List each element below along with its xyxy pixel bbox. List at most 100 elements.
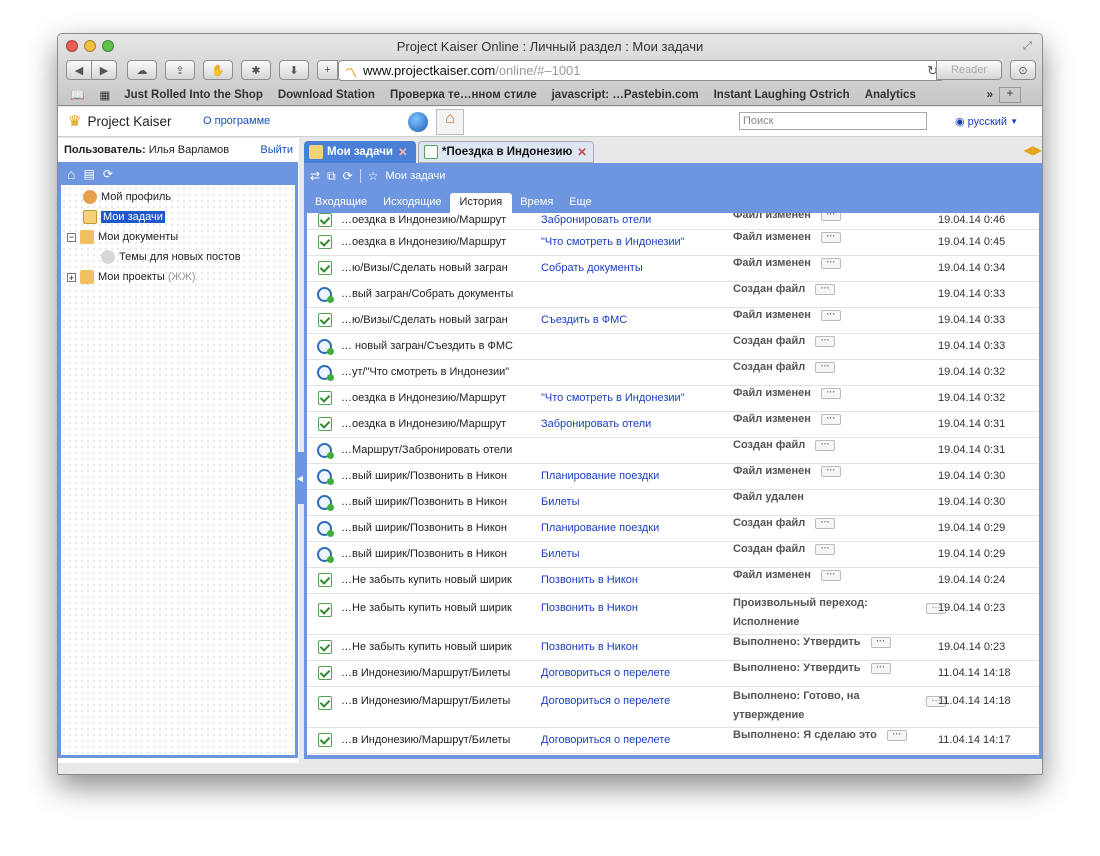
history-row[interactable]: …в Индонезию/Маршрут/Билеты Договориться …: [307, 661, 1039, 687]
app-logo[interactable]: ♛ Project Kaiser: [68, 112, 172, 130]
subtab-time[interactable]: Время: [512, 193, 561, 213]
language-selector[interactable]: ◉ русский ▼: [955, 115, 1018, 129]
home-icon[interactable]: ⌂: [67, 166, 75, 182]
globe-icon[interactable]: [408, 112, 428, 132]
share-button[interactable]: ⇪: [165, 60, 195, 80]
forward-button[interactable]: ▶: [91, 60, 117, 80]
bookmark-item[interactable]: javascript: …Pastebin.com: [552, 89, 699, 101]
collapse-toggle-icon[interactable]: −: [67, 232, 76, 242]
history-row[interactable]: …ю/Визы/Сделать новый загран Съездить в Ф…: [307, 308, 1039, 334]
expand-toggle-icon[interactable]: +: [67, 272, 76, 282]
history-row[interactable]: …вый ширик/Позвонить в Никон Планирование…: [307, 516, 1039, 542]
more-details-button[interactable]: ···: [870, 662, 891, 674]
history-row[interactable]: …вый ширик/Позвонить в Никон Билеты Файл у…: [307, 490, 1039, 516]
add-bookmark-button[interactable]: +: [999, 87, 1021, 103]
history-row[interactable]: …в Индонезию/Маршрут/Билеты Договориться …: [307, 728, 1039, 754]
reader-button[interactable]: Reader: [936, 60, 1002, 80]
search-input[interactable]: Поиск: [739, 112, 927, 130]
history-task-link[interactable]: Планирование поездки: [541, 470, 659, 482]
favorite-label[interactable]: Мои задачи: [385, 170, 445, 182]
more-details-button[interactable]: ···: [820, 231, 841, 243]
more-details-button[interactable]: ···: [820, 569, 841, 581]
refresh-icon[interactable]: ⟳: [343, 169, 353, 183]
history-task-link[interactable]: Забронировать отели: [541, 214, 651, 226]
more-details-button[interactable]: ···: [815, 543, 836, 555]
history-task-link[interactable]: Позвонить в Никон: [541, 574, 638, 586]
history-row[interactable]: …Не забыть купить новый ширик Позвонить в…: [307, 568, 1039, 594]
bookmark-item[interactable]: Just Rolled Into the Shop: [124, 89, 263, 101]
sidebar-item-projects[interactable]: + Мои проекты (ЖЖ): [61, 267, 295, 287]
history-task-link[interactable]: Билеты: [541, 496, 579, 508]
open-external-icon[interactable]: ⧉: [327, 169, 336, 184]
icloud-tabs-button[interactable]: ☁: [127, 60, 157, 80]
more-details-button[interactable]: ···: [820, 413, 841, 425]
top-sites-icon[interactable]: ▦: [99, 88, 110, 102]
more-details-button[interactable]: ···: [820, 257, 841, 269]
history-row[interactable]: …вый загран/Собрать документы Создан файл…: [307, 282, 1039, 308]
close-tab-icon[interactable]: ✕: [577, 145, 587, 159]
more-details-button[interactable]: ···: [815, 361, 836, 373]
history-task-link[interactable]: "Что смотреть в Индонезии": [541, 392, 685, 404]
history-row[interactable]: …вый ширик/Позвонить в Никон Планирование…: [307, 464, 1039, 490]
tab-my-tasks[interactable]: Мои задачи ✕: [304, 141, 416, 163]
sidebar-item-topics[interactable]: Темы для новых постов: [61, 247, 295, 267]
history-task-link[interactable]: Договориться о перелете: [541, 667, 670, 679]
history-row[interactable]: …оездка в Индонезию/Маршрут "Что смотреть…: [307, 230, 1039, 256]
refresh-icon[interactable]: ⟳: [103, 167, 113, 181]
history-row[interactable]: …в Индонезию/Маршрут/Билеты Договориться …: [307, 687, 1039, 728]
history-task-link[interactable]: Планирование поездки: [541, 522, 659, 534]
history-row[interactable]: …ю/Визы/Сделать новый загран Собрать доку…: [307, 256, 1039, 282]
bookmark-item[interactable]: Download Station: [278, 89, 375, 101]
home-icon[interactable]: ⌂: [436, 109, 464, 135]
reading-list-icon[interactable]: 📖: [70, 88, 84, 102]
sidebar-item-tasks[interactable]: Мои задачи: [61, 207, 295, 227]
history-row[interactable]: …оездка в Индонезию/Маршрут Забронировать…: [307, 213, 1039, 230]
history-task-link[interactable]: Билеты: [541, 548, 579, 560]
tabs-scroll-arrows-icon[interactable]: ◀▶: [1024, 143, 1042, 157]
back-button[interactable]: ◀: [66, 60, 92, 80]
adblock-button[interactable]: ✋: [203, 60, 233, 80]
history-task-link[interactable]: Съездить в ФМС: [541, 314, 627, 326]
subtab-more[interactable]: Еще: [561, 193, 599, 213]
history-task-link[interactable]: "Что смотреть в Индонезии": [541, 236, 685, 248]
new-tab-button[interactable]: +: [317, 60, 338, 80]
subtab-history[interactable]: История: [449, 193, 513, 213]
fullscreen-icon[interactable]: ⤢: [1023, 40, 1034, 52]
more-details-button[interactable]: ···: [815, 283, 836, 295]
panel-splitter[interactable]: ◀: [296, 452, 304, 504]
more-details-button[interactable]: ···: [815, 335, 836, 347]
bookmark-item[interactable]: Instant Laughing Ostrich: [714, 89, 850, 101]
history-row[interactable]: …ут/"Что смотреть в Индонезии" Создан фай…: [307, 360, 1039, 386]
extension-button[interactable]: ✱: [241, 60, 271, 80]
more-details-button[interactable]: ···: [870, 636, 891, 648]
sidebar-item-profile[interactable]: Мой профиль: [61, 187, 295, 207]
more-details-button[interactable]: ···: [820, 213, 841, 221]
history-task-link[interactable]: Договориться о перелете: [541, 734, 670, 746]
bookmark-item[interactable]: Проверка те…нном стиле: [390, 89, 537, 101]
more-details-button[interactable]: ···: [886, 729, 907, 741]
more-details-button[interactable]: ···: [815, 439, 836, 451]
history-row[interactable]: …оездка в Индонезию/Маршрут Забронировать…: [307, 412, 1039, 438]
address-bar[interactable]: 〽 www.projectkaiser.com/online/#–1001 ↻: [338, 60, 944, 81]
logout-link[interactable]: Выйти: [260, 144, 293, 156]
bookmark-item[interactable]: Analytics: [865, 89, 916, 101]
subtab-outgoing[interactable]: Исходящие: [375, 193, 449, 213]
history-row[interactable]: …Не забыть купить новый ширик Позвонить в…: [307, 635, 1039, 661]
sidebar-item-documents[interactable]: − Мои документы: [61, 227, 295, 247]
swap-icon[interactable]: ⇄: [310, 169, 320, 183]
history-task-link[interactable]: Собрать документы: [541, 262, 643, 274]
about-link[interactable]: О программе: [203, 115, 270, 127]
history-row[interactable]: …вый ширик/Позвонить в Никон Билеты Создан…: [307, 542, 1039, 568]
history-task-link[interactable]: Договориться о перелете: [541, 695, 670, 707]
history-row[interactable]: …оездка в Индонезию/Маршрут "Что смотреть…: [307, 386, 1039, 412]
history-row[interactable]: …Маршрут/Забронировать отели Создан файл ·…: [307, 438, 1039, 464]
more-details-button[interactable]: ···: [820, 387, 841, 399]
history-row[interactable]: …Не забыть купить новый ширик Позвонить в…: [307, 594, 1039, 635]
history-task-link[interactable]: Забронировать отели: [541, 418, 651, 430]
tab-indonesia-trip[interactable]: *Поездка в Индонезию ✕: [418, 141, 594, 163]
history-task-link[interactable]: Позвонить в Никон: [541, 602, 638, 614]
bookmarks-overflow-icon[interactable]: »: [987, 89, 993, 101]
downloads-circle-button[interactable]: ⊙: [1010, 60, 1036, 80]
subtab-incoming[interactable]: Входящие: [307, 193, 375, 213]
close-tab-icon[interactable]: ✕: [398, 145, 408, 159]
